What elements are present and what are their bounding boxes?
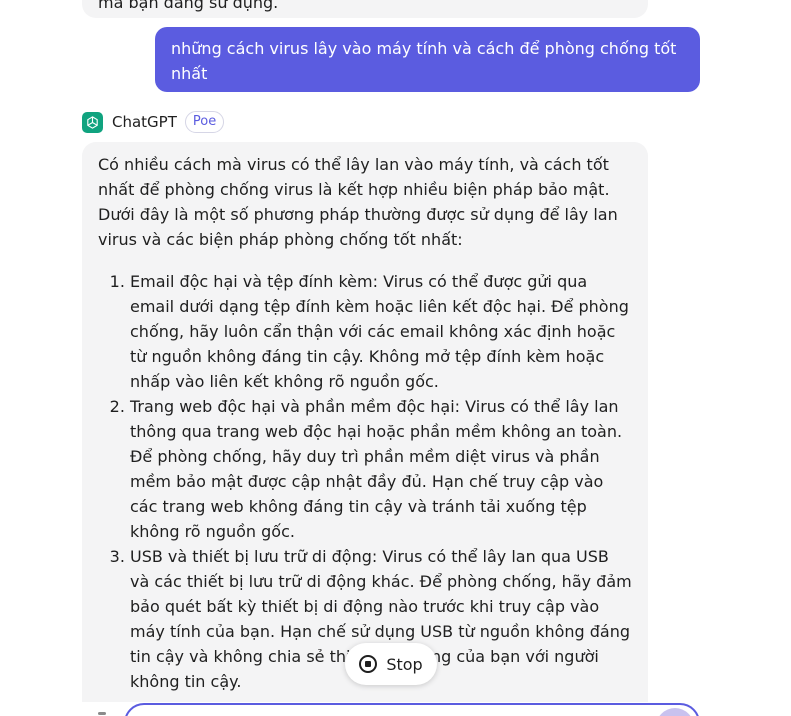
composer-menu-icon[interactable] bbox=[98, 712, 106, 715]
chat-viewport: mà bạn đang sử dụng. những cách virus lâ… bbox=[0, 0, 791, 716]
bot-header: ChatGPT Poe bbox=[82, 110, 225, 134]
list-item: Email độc hại và tệp đính kèm: Virus có … bbox=[130, 269, 632, 394]
previous-message-text: mà bạn đang sử dụng. bbox=[98, 0, 279, 12]
bot-message: Có nhiều cách mà virus có thể lây lan và… bbox=[82, 142, 648, 702]
stop-circle-icon bbox=[359, 655, 378, 673]
openai-logo-icon[interactable] bbox=[82, 111, 103, 133]
stop-generating-button[interactable]: Stop bbox=[345, 643, 437, 685]
user-message: những cách virus lây vào máy tính và các… bbox=[155, 27, 700, 92]
platform-badge: Poe bbox=[184, 111, 225, 133]
bot-message-intro: Có nhiều cách mà virus có thể lây lan và… bbox=[98, 155, 618, 249]
list-item: Trang web độc hại và phần mềm độc hại: V… bbox=[130, 394, 632, 544]
bot-name[interactable]: ChatGPT bbox=[112, 113, 177, 131]
bot-message-list: Email độc hại và tệp đính kèm: Virus có … bbox=[98, 269, 632, 694]
message-input[interactable] bbox=[124, 703, 700, 716]
previous-bot-message: mà bạn đang sử dụng. bbox=[82, 0, 648, 18]
stop-button-label: Stop bbox=[386, 654, 423, 674]
user-message-text: những cách virus lây vào máy tính và các… bbox=[171, 39, 677, 83]
